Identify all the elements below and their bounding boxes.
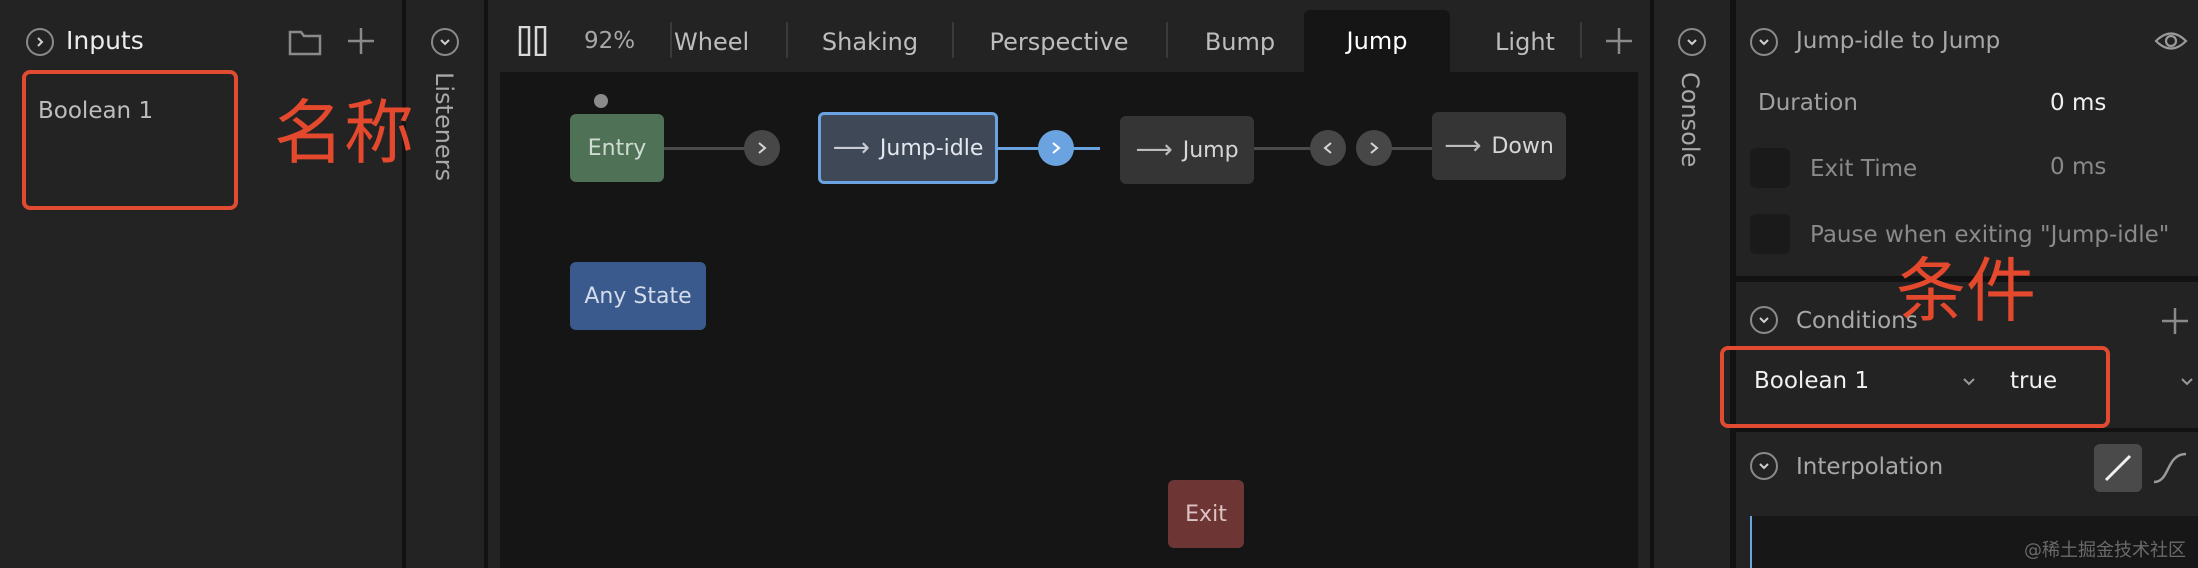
node-jump-idle-label: Jump-idle	[879, 135, 984, 161]
pause-icon[interactable]	[518, 25, 548, 57]
tab-divider	[670, 22, 672, 58]
name-highlight-box	[22, 70, 238, 210]
interpolation-title: Interpolation	[1796, 454, 1944, 480]
node-down-label: Down	[1491, 133, 1554, 159]
tab-divider	[1580, 22, 1582, 58]
node-entry[interactable]: Entry	[570, 114, 664, 182]
transition-jump-down-icon[interactable]	[1356, 130, 1392, 166]
console-panel[interactable]: Console	[1654, 0, 1730, 568]
condition-highlight-box	[1720, 346, 2110, 428]
tab-jump[interactable]: Jump	[1304, 10, 1450, 72]
console-expand-icon[interactable]	[1678, 28, 1706, 56]
node-any-state[interactable]: Any State	[570, 262, 706, 330]
transition-title: Jump-idle to Jump	[1796, 28, 2001, 54]
condition-annotation: 条件	[1896, 250, 2036, 332]
inputs-panel-title: Inputs	[66, 26, 144, 55]
node-down[interactable]: ⟶ Down	[1432, 112, 1566, 180]
add-input-icon[interactable]	[346, 26, 376, 56]
duration-label: Duration	[1758, 90, 1858, 116]
exit-time-checkbox[interactable]	[1750, 148, 1790, 188]
listeners-label: Listeners	[430, 72, 458, 182]
entry-indicator-dot	[594, 94, 608, 108]
arrow-right-icon: ⟶	[1135, 135, 1173, 165]
add-condition-icon[interactable]	[2160, 306, 2190, 336]
tab-perspective[interactable]: Perspective	[954, 14, 1164, 70]
transition-section: Jump-idle to Jump Duration 0 ms Exit Tim…	[1736, 0, 2198, 276]
node-exit[interactable]: Exit	[1168, 480, 1244, 548]
tab-divider	[786, 22, 788, 58]
eye-icon[interactable]	[2154, 28, 2188, 54]
watermark: @稀土掘金技术社区	[2024, 540, 2186, 561]
tab-wheel[interactable]: Wheel	[674, 14, 774, 70]
interpolation-collapse-icon[interactable]	[1750, 452, 1778, 480]
node-jump-label: Jump	[1182, 137, 1239, 163]
transition-jump-idle-jump-icon[interactable]	[1038, 130, 1074, 166]
tab-light[interactable]: Light	[1450, 14, 1600, 70]
zoom-level[interactable]: 92%	[584, 28, 635, 54]
transition-entry-jump-idle-icon[interactable]	[744, 130, 780, 166]
listeners-expand-icon[interactable]	[431, 28, 459, 56]
editor-toolbar: 92% Wheel Shaking Perspective Bump Jump …	[488, 0, 1650, 72]
console-label: Console	[1676, 72, 1704, 168]
collapse-toggle-icon[interactable]	[26, 28, 54, 56]
chevron-down-icon	[2180, 372, 2194, 391]
graph-canvas[interactable]: Entry ⟶ Jump-idle ⟶ Jump ⟶ Down Any Stat…	[500, 72, 1638, 568]
linear-interpolation-icon[interactable]	[2094, 444, 2142, 492]
pause-label: Pause when exiting "Jump-idle"	[1810, 222, 2170, 248]
transition-down-jump-icon[interactable]	[1310, 130, 1346, 166]
node-jump[interactable]: ⟶ Jump	[1120, 116, 1254, 184]
folder-icon[interactable]	[288, 26, 322, 56]
exit-time-label: Exit Time	[1810, 156, 1918, 182]
duration-value[interactable]: 0 ms	[2050, 90, 2106, 116]
conditions-collapse-icon[interactable]	[1750, 306, 1778, 334]
tab-bump[interactable]: Bump	[1168, 14, 1312, 70]
cubic-interpolation-icon[interactable]	[2146, 444, 2194, 492]
exit-time-value[interactable]: 0 ms	[2050, 154, 2106, 180]
add-tab-icon[interactable]	[1604, 26, 1634, 56]
tab-shaking[interactable]: Shaking	[790, 14, 950, 70]
listeners-panel[interactable]: Listeners	[406, 0, 484, 568]
name-annotation: 名称	[274, 92, 414, 174]
pause-checkbox[interactable]	[1750, 214, 1790, 254]
node-jump-idle[interactable]: ⟶ Jump-idle	[818, 112, 998, 184]
transition-collapse-icon[interactable]	[1750, 28, 1778, 56]
arrow-right-icon: ⟶	[832, 133, 870, 163]
arrow-right-icon: ⟶	[1444, 131, 1482, 161]
